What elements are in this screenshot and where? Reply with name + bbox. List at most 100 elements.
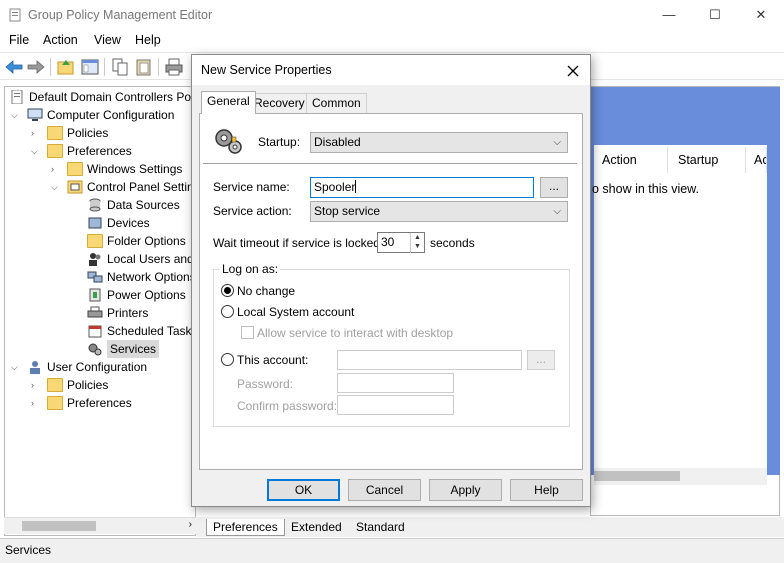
startup-value: Disabled: [314, 135, 361, 149]
user-icon: [30, 361, 40, 374]
forward-arrow-icon[interactable]: [26, 57, 46, 77]
spinner-arrows[interactable]: ▲ ▼: [410, 233, 424, 253]
dialog-close-button[interactable]: [556, 55, 590, 85]
policy-document-icon: [11, 90, 23, 104]
toolbar-separator: [158, 58, 159, 76]
scrollbar-thumb[interactable]: [594, 471, 680, 481]
local-system-radio[interactable]: [221, 305, 234, 318]
general-tab-panel: Startup: Disabled ⌵ Service name: Spoole…: [199, 113, 583, 470]
chevron-down-icon[interactable]: ⌵: [51, 178, 61, 196]
folder-icon: [87, 234, 103, 248]
users-icon: [89, 253, 101, 266]
menu-file[interactable]: File: [9, 33, 29, 47]
close-button[interactable]: ✕: [738, 0, 784, 30]
help-button[interactable]: Help: [510, 479, 583, 501]
tab-extended[interactable]: Extended: [285, 519, 348, 536]
details-header-banner: [590, 87, 780, 145]
tree-label: Preferences: [67, 396, 132, 410]
browse-account-button[interactable]: ...: [527, 350, 555, 370]
account-input[interactable]: [337, 350, 522, 370]
this-account-radio[interactable]: [221, 353, 234, 366]
tab-standard[interactable]: Standard: [350, 519, 411, 536]
menu-view[interactable]: View: [94, 33, 121, 47]
tab-common[interactable]: Common: [306, 93, 367, 113]
menu-help[interactable]: Help: [135, 33, 161, 47]
interact-desktop-checkbox[interactable]: [241, 326, 254, 339]
details-horizontal-scrollbar[interactable]: [594, 468, 767, 485]
status-text: Services: [5, 543, 52, 557]
chevron-right-icon[interactable]: ›: [31, 376, 41, 394]
tree-label: Control Panel Settings: [87, 180, 196, 194]
title-bar: Group Policy Management Editor — ☐ ✕: [0, 0, 784, 30]
chevron-down-icon[interactable]: ⌵: [11, 106, 21, 124]
toolbar-separator: [104, 58, 105, 76]
column-header-startup[interactable]: Startup: [670, 147, 746, 173]
back-arrow-icon[interactable]: [4, 57, 24, 77]
control-panel-icon: [67, 180, 83, 194]
tree-label: User Configuration: [47, 360, 148, 374]
startup-dropdown[interactable]: Disabled ⌵: [310, 132, 568, 153]
minimize-button[interactable]: —: [646, 0, 692, 30]
browse-service-button[interactable]: ...: [540, 177, 568, 198]
spin-down-icon[interactable]: ▼: [411, 242, 424, 251]
dialog-title-bar: New Service Properties: [192, 55, 590, 85]
chevron-right-icon[interactable]: ›: [189, 519, 192, 530]
password-label: Password:: [237, 377, 294, 391]
column-header-action[interactable]: Action: [594, 147, 668, 173]
network-icon: [87, 271, 103, 283]
tree-label: Printers: [107, 306, 149, 320]
cancel-button[interactable]: Cancel: [348, 479, 421, 501]
chevron-right-icon[interactable]: ›: [31, 124, 41, 142]
spin-up-icon[interactable]: ▲: [411, 233, 424, 242]
tree-horizontal-scrollbar[interactable]: ›: [4, 517, 196, 534]
chevron-down-icon[interactable]: ⌵: [11, 358, 21, 376]
up-folder-icon[interactable]: [56, 57, 76, 77]
local-system-label[interactable]: Local System account: [237, 305, 354, 319]
tree-label: Preferences: [67, 144, 132, 158]
status-bar: Services: [0, 538, 784, 563]
wait-timeout-input[interactable]: 30 ▲ ▼: [377, 232, 425, 253]
no-change-radio[interactable]: [221, 284, 234, 297]
tree-label: Computer Configuration: [47, 108, 175, 122]
service-action-value: Stop service: [314, 204, 381, 218]
tree-label: Windows Settings: [87, 162, 183, 176]
tree-label: Default Domain Controllers Policy: [29, 90, 196, 104]
confirm-password-input[interactable]: [337, 395, 454, 415]
maximize-button[interactable]: ☐: [692, 0, 738, 30]
service-name-value: Spooler: [314, 180, 356, 194]
ok-button[interactable]: OK: [267, 479, 340, 501]
dialog-title: New Service Properties: [201, 63, 332, 77]
print-icon[interactable]: [164, 57, 184, 77]
this-account-label[interactable]: This account:: [237, 353, 308, 367]
tree-label: Devices: [107, 216, 150, 230]
copy-icon[interactable]: [110, 57, 130, 77]
tree-label: Services: [107, 340, 160, 358]
chevron-down-icon[interactable]: ⌵: [31, 142, 41, 160]
column-header-ac[interactable]: Ac: [746, 147, 767, 173]
tab-general[interactable]: General: [201, 91, 256, 114]
tree-label: Local Users and Groups: [107, 252, 195, 266]
close-icon: [567, 65, 579, 77]
chevron-right-icon[interactable]: ›: [31, 394, 41, 412]
no-change-label[interactable]: No change: [237, 284, 295, 298]
scrollbar-thumb[interactable]: [22, 521, 96, 531]
confirm-password-label: Confirm password:: [237, 399, 338, 413]
app-icon: [9, 8, 21, 22]
chevron-right-icon[interactable]: ›: [51, 160, 61, 178]
apply-button[interactable]: Apply: [429, 479, 502, 501]
gears-icon: [88, 343, 102, 356]
paste-icon[interactable]: [134, 57, 154, 77]
tab-preferences[interactable]: Preferences: [206, 519, 285, 536]
password-input[interactable]: [337, 373, 454, 393]
show-hide-tree-icon[interactable]: [80, 57, 100, 77]
folder-icon: [47, 144, 63, 158]
menu-action[interactable]: Action: [43, 33, 78, 47]
tree-label: Folder Options: [107, 234, 186, 248]
tree-pane[interactable]: Default Domain Controllers Policy ⌵ Comp…: [4, 86, 196, 536]
menu-bar: File Action View Help: [0, 30, 784, 52]
logon-group-label: Log on as:: [220, 262, 281, 276]
folder-icon: [47, 378, 63, 392]
service-name-input[interactable]: Spooler: [310, 177, 534, 198]
tab-recovery[interactable]: Recovery: [248, 93, 311, 113]
service-action-dropdown[interactable]: Stop service ⌵: [310, 201, 568, 222]
